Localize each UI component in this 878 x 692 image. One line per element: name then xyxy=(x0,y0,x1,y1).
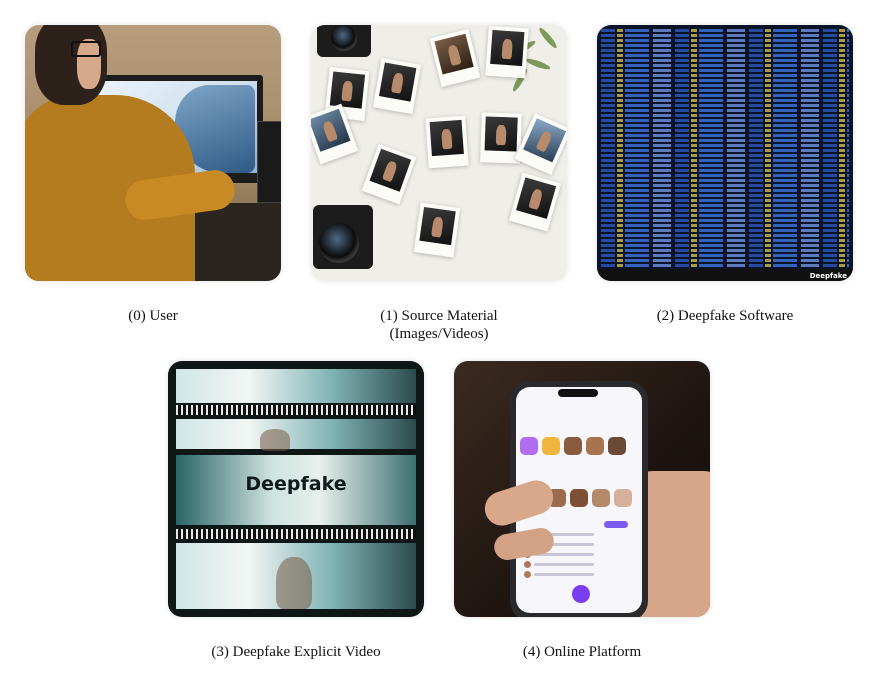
camera-bottom-left xyxy=(313,205,373,269)
caption-user: (0) User xyxy=(128,308,178,324)
deepfake-video-image: Deepfake xyxy=(168,361,424,617)
feed-thumb xyxy=(614,489,632,507)
caption-source-material-line1: (1) Source Material xyxy=(380,308,498,324)
phone-notch xyxy=(558,389,598,397)
film-perforation xyxy=(176,405,416,415)
feed-thumb xyxy=(592,489,610,507)
create-button-icon xyxy=(572,585,590,603)
online-platform-image xyxy=(454,361,710,617)
story-thumb xyxy=(564,437,582,455)
polaroid-photo xyxy=(372,57,422,115)
follow-pill xyxy=(604,521,628,528)
polaroid-photo xyxy=(429,28,481,88)
polaroid-photo xyxy=(485,25,529,79)
screen-brand-text: Deepfake xyxy=(809,272,847,280)
caption-online-platform: (4) Online Platform xyxy=(522,644,642,660)
computer-tower xyxy=(257,121,281,203)
story-thumb xyxy=(520,437,538,455)
plant-leaf xyxy=(537,26,559,50)
source-material-image xyxy=(311,25,567,281)
film-perforation xyxy=(176,529,416,539)
deepfake-overlay-text: Deepfake xyxy=(245,473,347,495)
glasses xyxy=(71,41,101,57)
film-frame xyxy=(176,369,416,403)
polaroid-photo xyxy=(361,143,417,205)
code-lines xyxy=(601,29,849,269)
polaroid-photo xyxy=(425,115,469,169)
feed-row xyxy=(524,571,634,578)
plant-leaf xyxy=(524,56,552,72)
story-thumb xyxy=(608,437,626,455)
film-frame xyxy=(176,419,416,451)
polaroid-photo xyxy=(413,202,461,258)
camera-top-left xyxy=(317,25,371,57)
user-image xyxy=(25,25,281,281)
film-frame xyxy=(176,543,416,609)
polaroid-photo xyxy=(508,172,562,232)
story-thumb xyxy=(542,437,560,455)
polaroid-photo xyxy=(514,113,567,175)
caption-deepfake-video: (3) Deepfake Explicit Video xyxy=(211,644,381,660)
story-thumb xyxy=(586,437,604,455)
feed-thumb xyxy=(570,489,588,507)
feed-row xyxy=(524,561,634,568)
caption-source-material: (1) Source Material (Images/Videos) xyxy=(309,307,569,343)
caption-deepfake-software: (2) Deepfake Software xyxy=(656,308,794,324)
deepfake-software-image: Deepfake xyxy=(597,25,853,281)
caption-source-material-line2: (Images/Videos) xyxy=(389,326,489,342)
